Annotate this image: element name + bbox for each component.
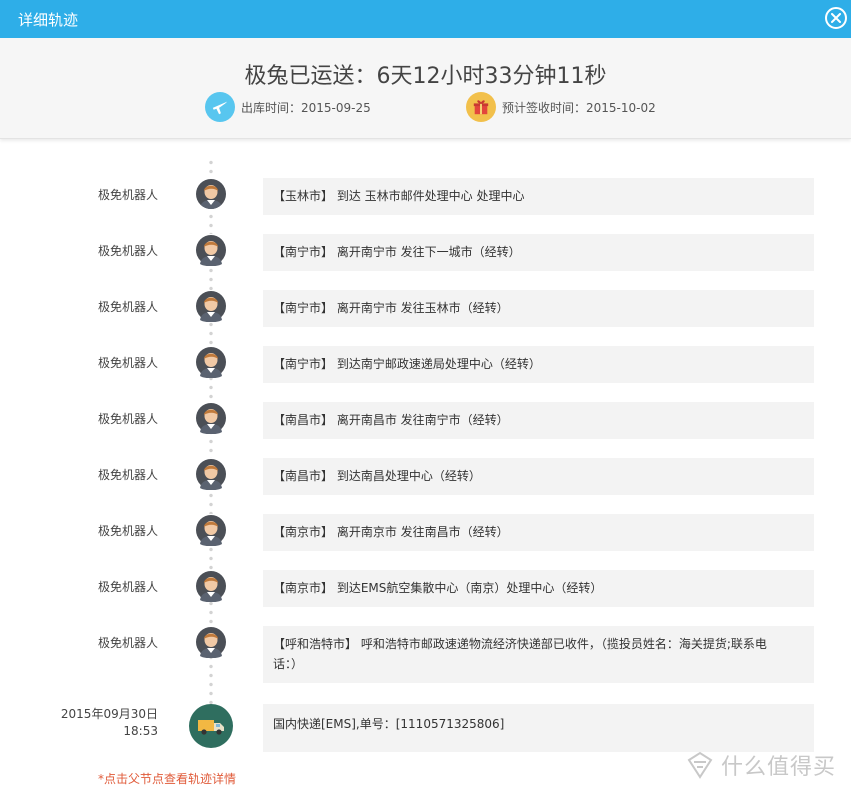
avatar-icon (195, 234, 227, 266)
event-message: 【南宁市】 离开南宁市 发往玉林市（经转） (263, 290, 814, 327)
avatar-icon (195, 626, 227, 658)
event-operator: 极免机器人 (97, 468, 158, 482)
event-message: 【南宁市】 到达南宁邮政速递局处理中心（经转） (263, 346, 814, 383)
event-operator: 极免机器人 (97, 636, 158, 650)
event-message: 【南宁市】 离开南宁市 发往下一城市（经转） (263, 234, 814, 271)
site-watermark: 什么值得买 (685, 748, 836, 782)
close-icon (831, 13, 841, 23)
event-operator: 极免机器人 (97, 356, 158, 370)
avatar-icon (195, 290, 227, 322)
avatar-icon (195, 570, 227, 602)
event-message: 【呼和浩特市】 呼和浩特市邮政速递物流经济快递部已收件，（揽投员姓名：海关提货;… (263, 626, 814, 683)
shipment-summary: 极兔已运送：6天12小时33分钟11秒 出库时间：2015-09-25 预计签收… (0, 38, 851, 139)
gift-icon (466, 92, 496, 122)
event-message: 【南京市】 离开南京市 发往南昌市（经转） (263, 514, 814, 551)
event-operator: 极免机器人 (97, 580, 158, 594)
event-message: 【南昌市】 离开南昌市 发往南宁市（经转） (263, 402, 814, 439)
event-operator: 极免机器人 (97, 412, 158, 426)
event-operator: 极免机器人 (97, 300, 158, 314)
event-operator: 极免机器人 (97, 188, 158, 202)
eta-label: 预计签收时间：2015-10-02 (502, 100, 656, 115)
eta-item: 预计签收时间：2015-10-02 (466, 92, 656, 122)
event-operator: 极免机器人 (97, 524, 158, 538)
smzdm-logo-icon (687, 751, 713, 779)
event-message: 【玉林市】 到达 玉林市邮件处理中心 处理中心 (263, 178, 814, 215)
tracking-timeline: 极免机器人 【玉林市】 到达 玉林市邮件处理中心 处理中心 极免机器人 【南宁市… (0, 140, 851, 792)
origin-message: 国内快递[EMS],单号：[1110571325806] (263, 704, 814, 752)
event-message: 【南京市】 到达EMS航空集散中心（南京）处理中心（经转） (263, 570, 814, 607)
avatar-icon (195, 514, 227, 546)
event-operator: 极免机器人 (97, 244, 158, 258)
airplane-icon (205, 92, 235, 122)
dialog-title: 详细轨迹 (18, 11, 79, 29)
event-message: 【南昌市】 到达南昌处理中心（经转） (263, 458, 814, 495)
origin-time: 18:53 (123, 724, 158, 738)
ship-date-item: 出库时间：2015-09-25 (205, 92, 371, 122)
dialog-titlebar: 详细轨迹 (0, 0, 851, 38)
avatar-icon (195, 178, 227, 210)
ship-date-label: 出库时间：2015-09-25 (241, 100, 371, 115)
avatar-icon (195, 458, 227, 490)
avatar-icon (195, 346, 227, 378)
avatar-icon (195, 402, 227, 434)
close-button[interactable] (825, 7, 847, 29)
timeline-hint: *点击父节点查看轨迹详情 (98, 772, 237, 786)
origin-datetime: 2015年09月30日 18:53 (61, 706, 158, 740)
transit-duration-headline: 极兔已运送：6天12小时33分钟11秒 (244, 64, 607, 89)
truck-icon[interactable] (189, 704, 233, 748)
origin-date: 2015年09月30日 (60, 707, 158, 721)
watermark-text: 什么值得买 (721, 755, 837, 780)
